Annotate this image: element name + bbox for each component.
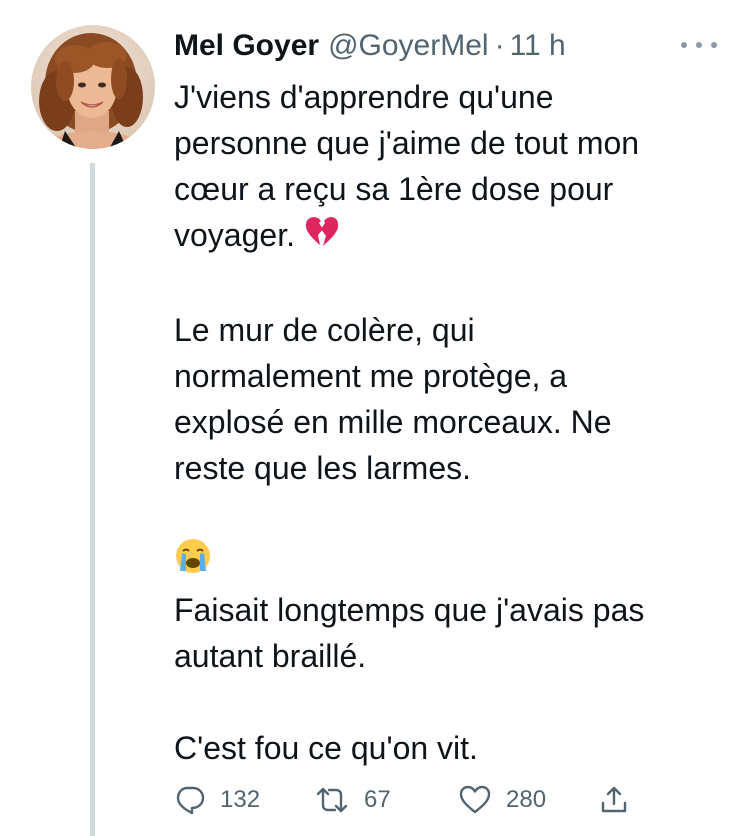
avatar-photo	[31, 25, 155, 149]
dot	[711, 42, 717, 48]
broken-heart-emoji	[304, 215, 340, 261]
timestamp[interactable]: 11 h	[510, 29, 566, 63]
loudly-crying-face-emoji	[174, 537, 212, 587]
like-button[interactable]: 280	[458, 780, 546, 820]
author-name[interactable]: Mel Goyer	[174, 29, 319, 63]
reply-button[interactable]: 132	[174, 780, 260, 820]
like-count: 280	[506, 786, 547, 813]
dot	[696, 42, 702, 48]
separator-dot: ·	[494, 29, 505, 62]
text-line: C'est fou ce qu'on vit.	[174, 730, 478, 767]
dot	[681, 42, 687, 48]
share-button[interactable]	[598, 780, 630, 820]
tweet-text: J'viens d'apprendre qu'une personne que …	[174, 74, 734, 771]
text-line: voyager.	[174, 217, 295, 253]
text-line: cœur a reçu sa 1ère dose pour	[174, 171, 614, 207]
more-dots-icon[interactable]	[681, 30, 717, 60]
heart-outline-icon	[459, 785, 491, 814]
text-line: personne que j'aime de tout mon	[174, 125, 640, 161]
tweet-header: Mel Goyer @GoyerMel · 11 h	[174, 26, 566, 66]
share-upload-icon	[601, 786, 627, 813]
reply-count: 132	[220, 786, 261, 813]
paragraph: Le mur de colère, qui normalement me pro…	[174, 307, 734, 491]
action-bar: 132 67 280	[174, 780, 644, 820]
retweet-count: 67	[364, 786, 391, 813]
avatar[interactable]	[31, 25, 155, 149]
text-line: normalement me protège, a	[174, 357, 568, 394]
paragraph: J'viens d'apprendre qu'une personne que …	[174, 74, 734, 261]
text-line: J'viens d'apprendre qu'une	[174, 79, 554, 115]
text-line: reste que les larmes.	[174, 449, 472, 486]
text-line: explosé en mille morceaux. Ne	[174, 403, 612, 440]
author-handle[interactable]: @GoyerMel	[328, 29, 489, 63]
speech-bubble-icon	[176, 786, 205, 815]
tweet: Mel Goyer @GoyerMel · 11 h J'viens d'app…	[0, 0, 750, 836]
paragraph: C'est fou ce qu'on vit.	[174, 725, 734, 771]
text-line: Le mur de colère, qui	[174, 311, 475, 348]
text-line: Faisait longtemps que j'avais pas	[174, 592, 645, 629]
text-line: autant braillé.	[174, 638, 367, 675]
thread-line	[90, 163, 95, 836]
retweet-button[interactable]: 67	[314, 780, 391, 820]
retweet-arrows-icon	[316, 787, 348, 813]
paragraph: Faisait longtemps que j'avais pas autant…	[174, 537, 734, 680]
